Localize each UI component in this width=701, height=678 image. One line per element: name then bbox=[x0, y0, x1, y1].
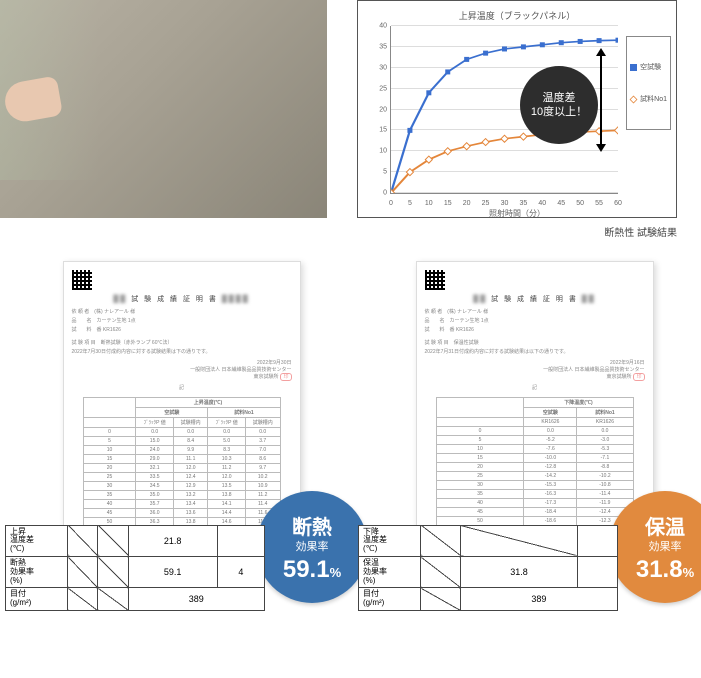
fabric-photo bbox=[0, 0, 327, 218]
chart-caption: 断熱性 試験結果 bbox=[357, 224, 677, 239]
ytick: 30 bbox=[361, 64, 387, 71]
row-label: 上昇温度差(℃) bbox=[6, 525, 68, 556]
row-label: 目付(g/m²) bbox=[359, 588, 421, 611]
xtick: 10 bbox=[425, 200, 433, 207]
enlarged-table-right: 下降温度差(℃) 保温効果率(%) 31.8 目付(g/m²) 389 bbox=[358, 525, 618, 611]
report-right: ██ 試 験 成 績 証 明 書 ██ 依 頼 者 (株) ナレアール 様 品 … bbox=[378, 261, 691, 571]
ytick: 10 bbox=[361, 148, 387, 155]
doc-title: 試 験 成 績 証 明 書 bbox=[491, 296, 578, 303]
badge-value: 59.1 bbox=[283, 556, 330, 583]
hand-shape bbox=[2, 76, 63, 125]
chart-title: 上昇温度（ブラックパネル） bbox=[364, 9, 670, 22]
xtick: 20 bbox=[463, 200, 471, 207]
row-label: 下降温度差(℃) bbox=[359, 525, 421, 556]
ytick: 15 bbox=[361, 127, 387, 134]
xtick: 50 bbox=[576, 200, 584, 207]
enlarged-table-left: 上昇温度差(℃) 21.8 断熱効果率(%) 59.1 4 目付(g/m²) 3… bbox=[5, 525, 265, 611]
xtick: 15 bbox=[444, 200, 452, 207]
ytick: 5 bbox=[361, 169, 387, 176]
badge-unit: % bbox=[683, 565, 695, 580]
xtick: 40 bbox=[538, 200, 546, 207]
qr-icon bbox=[425, 270, 445, 290]
badge-subtitle: 効果率 bbox=[296, 538, 329, 554]
badge-title: 断熱 bbox=[292, 511, 332, 540]
xtick: 45 bbox=[557, 200, 565, 207]
ytick: 40 bbox=[361, 23, 387, 30]
badge-value: 31.8 bbox=[636, 556, 683, 583]
cell-value: 389 bbox=[128, 588, 264, 611]
row-label: 断熱効果率(%) bbox=[6, 557, 68, 588]
doc-title: 試 験 成 績 証 明 書 bbox=[131, 296, 218, 303]
row-label: 保温効果率(%) bbox=[359, 557, 421, 588]
cell-value: 389 bbox=[460, 588, 617, 611]
ytick: 20 bbox=[361, 106, 387, 113]
diff-arrow-icon bbox=[600, 54, 602, 146]
cell-value: 31.8 bbox=[460, 557, 577, 588]
xtick: 35 bbox=[520, 200, 528, 207]
report-left: ██ 試 験 成 績 証 明 書 ████ 依 頼 者 (株) ナレアール 様 … bbox=[25, 261, 338, 571]
legend-item: 空試験 bbox=[640, 62, 661, 72]
cell-value: 59.1 bbox=[128, 557, 217, 588]
badge-unit: % bbox=[330, 565, 342, 580]
insulation-badge: 断熱 効果率 59.1% bbox=[256, 491, 368, 603]
badge-title: 保温 bbox=[645, 511, 685, 540]
callout-line2: 10度以上！ bbox=[531, 105, 587, 119]
xtick: 60 bbox=[614, 200, 622, 207]
xtick: 0 bbox=[389, 200, 393, 207]
legend-item: 試料No1 bbox=[640, 94, 667, 104]
xtick: 25 bbox=[482, 200, 490, 207]
ytick: 25 bbox=[361, 85, 387, 92]
ytick: 35 bbox=[361, 43, 387, 50]
x-axis-label: 照射時間（分） bbox=[364, 208, 670, 219]
xtick: 5 bbox=[408, 200, 412, 207]
chart-legend: 空試験 試料No1 bbox=[626, 36, 671, 130]
ytick: 0 bbox=[361, 190, 387, 197]
row-label: 目付(g/m²) bbox=[6, 588, 68, 611]
qr-icon bbox=[72, 270, 92, 290]
callout-bubble: 温度差 10度以上！ bbox=[520, 66, 598, 144]
chart-container: 上昇温度（ブラックパネル） 0 5 10 15 20 25 30 35 40 0… bbox=[357, 0, 677, 239]
badge-subtitle: 効果率 bbox=[649, 538, 682, 554]
cell-value: 21.8 bbox=[128, 525, 217, 556]
xtick: 30 bbox=[501, 200, 509, 207]
callout-line1: 温度差 bbox=[543, 91, 576, 105]
xtick: 55 bbox=[595, 200, 603, 207]
cell-value: 4 bbox=[217, 557, 264, 588]
